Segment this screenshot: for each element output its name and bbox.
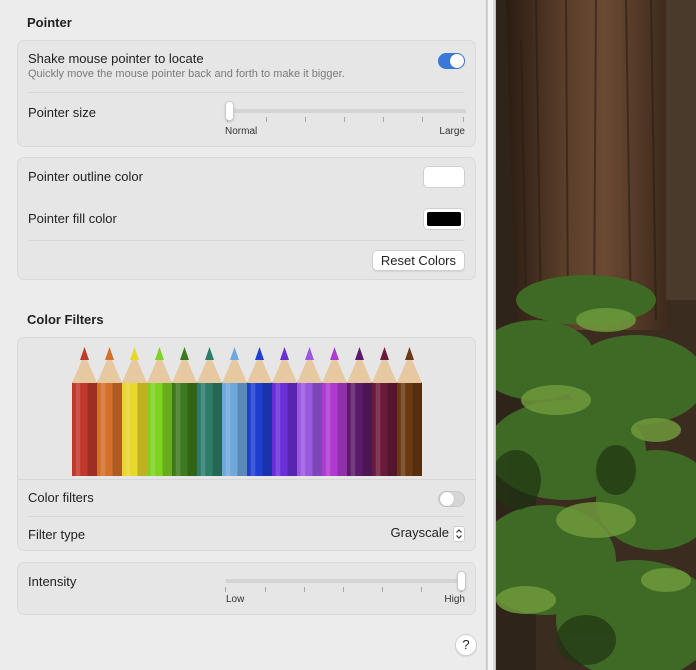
pencil [347, 347, 372, 476]
outline-color-row: Pointer outline color [28, 158, 465, 198]
slider-tick [265, 587, 266, 592]
pencil [272, 347, 297, 476]
slider-tick [344, 117, 345, 122]
help-button[interactable]: ? [455, 634, 477, 656]
desktop-wallpaper [496, 0, 696, 670]
pointer-size-thumb[interactable] [225, 101, 234, 121]
fill-color-swatch [427, 212, 461, 226]
accessibility-display-panel: Pointer Shake mouse pointer to locate Qu… [0, 0, 485, 670]
pointer-size-min-label: Normal [225, 126, 258, 137]
filter-type-select[interactable]: Grayscale [390, 525, 465, 542]
pointer-size-row: Pointer size Normal Large [28, 93, 466, 147]
pointer-color-group: Pointer outline color Pointer fill color… [17, 157, 476, 280]
intensity-slider[interactable] [225, 569, 466, 593]
slider-tick [463, 117, 464, 122]
intensity-thumb[interactable] [457, 571, 466, 591]
color-filters-toggle[interactable] [438, 491, 465, 507]
slider-tick [305, 117, 306, 122]
fill-color-label: Pointer fill color [28, 211, 117, 226]
slider-tick [343, 587, 344, 592]
fill-color-row: Pointer fill color [28, 198, 465, 240]
pencil [172, 347, 197, 476]
pencil [147, 347, 172, 476]
color-filters-section-title: Color Filters [27, 312, 104, 327]
pencil [72, 347, 97, 476]
slider-tick [421, 587, 422, 592]
pointer-size-slider[interactable] [225, 99, 466, 123]
toggle-knob [450, 54, 464, 68]
color-filters-toggle-row: Color filters [28, 480, 465, 516]
color-filters-label: Color filters [28, 490, 94, 505]
pencil [397, 347, 422, 476]
reset-colors-button[interactable]: Reset Colors [371, 250, 465, 271]
pencil [297, 347, 322, 476]
pencil [222, 347, 247, 476]
outline-color-label: Pointer outline color [28, 169, 143, 184]
pointer-size-max-label: Large [439, 126, 465, 137]
pointer-section-title: Pointer [27, 15, 72, 30]
shake-pointer-toggle[interactable] [438, 53, 465, 69]
intensity-max-label: High [444, 594, 465, 605]
divider [28, 240, 465, 241]
filter-type-row: Filter type Grayscale [28, 517, 465, 551]
toggle-knob [440, 492, 454, 506]
pencil [322, 347, 347, 476]
slider-tick [382, 587, 383, 592]
intensity-group: Intensity Low High [17, 562, 476, 615]
help-icon: ? [462, 637, 470, 652]
pointer-settings-group: Shake mouse pointer to locate Quickly mo… [17, 40, 476, 147]
redwood-forest-image [496, 0, 696, 670]
pencil [97, 347, 122, 476]
slider-tick [266, 117, 267, 122]
color-filters-pencil-illustration [72, 347, 422, 476]
pencil [122, 347, 147, 476]
window-divider[interactable] [485, 0, 496, 670]
shake-pointer-label: Shake mouse pointer to locate [28, 51, 204, 66]
slider-track [225, 579, 466, 583]
slider-tick [383, 117, 384, 122]
slider-track [225, 109, 466, 113]
intensity-label: Intensity [28, 574, 77, 589]
outline-color-well[interactable] [423, 166, 465, 188]
pointer-size-label: Pointer size [28, 105, 96, 120]
filter-type-value: Grayscale [390, 525, 449, 540]
slider-tick [225, 587, 226, 592]
intensity-row: Intensity Low High [28, 563, 466, 616]
pencil [197, 347, 222, 476]
pencil [247, 347, 272, 476]
pencil [372, 347, 397, 476]
filter-type-label: Filter type [28, 527, 86, 542]
shake-pointer-description: Quickly move the mouse pointer back and … [28, 68, 345, 80]
intensity-min-label: Low [226, 594, 245, 605]
slider-tick [304, 587, 305, 592]
shake-pointer-row: Shake mouse pointer to locate Quickly mo… [28, 51, 465, 85]
outline-color-swatch [427, 170, 461, 184]
slider-tick [422, 117, 423, 122]
chevron-updown-icon [453, 525, 465, 542]
fill-color-well[interactable] [423, 208, 465, 230]
